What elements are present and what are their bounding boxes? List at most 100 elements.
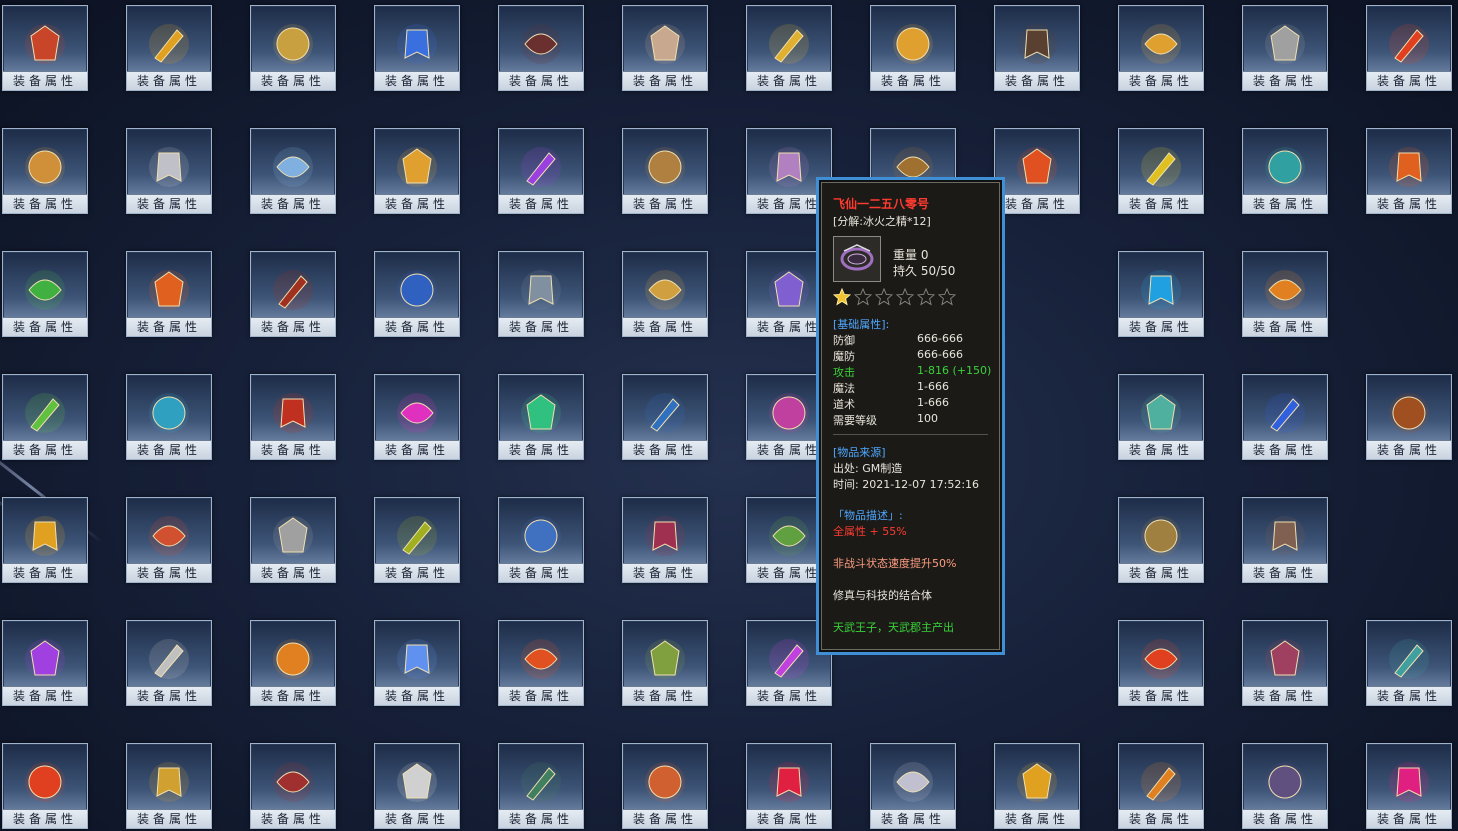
slot-label: 装备属性 <box>623 194 707 213</box>
item-slot[interactable]: 装备属性 <box>250 620 336 706</box>
item-slot[interactable]: 装备属性 <box>622 128 708 214</box>
item-slot[interactable]: 装备属性 <box>1242 5 1328 91</box>
item-slot[interactable]: 装备属性 <box>2 5 88 91</box>
stat-value: 1-816 (+150) <box>917 364 992 377</box>
item-slot[interactable]: 装备属性 <box>374 5 460 91</box>
item-slot[interactable]: 装备属性 <box>1242 620 1328 706</box>
item-slot[interactable]: 装备属性 <box>2 251 88 337</box>
magic-circle-icon <box>769 639 809 679</box>
slot-label: 装备属性 <box>499 317 583 336</box>
item-slot[interactable]: 装备属性 <box>250 128 336 214</box>
item-slot[interactable]: 装备属性 <box>498 374 584 460</box>
item-slot[interactable]: 装备属性 <box>126 128 212 214</box>
stat-value: 1-666 <box>917 380 949 393</box>
item-slot[interactable]: 装备属性 <box>126 5 212 91</box>
item-slot[interactable]: 装备属性 <box>126 251 212 337</box>
item-slot[interactable]: 装备属性 <box>126 497 212 583</box>
item-slot[interactable]: 装备属性 <box>622 5 708 91</box>
item-slot[interactable]: 装备属性 <box>1242 374 1328 460</box>
item-slot[interactable]: 装备属性 <box>2 620 88 706</box>
fire-sword-icon <box>1389 24 1429 64</box>
star-empty-icon <box>938 288 956 306</box>
item-slot[interactable]: 装备属性 <box>1242 251 1328 337</box>
rune-stone-icon <box>645 147 685 187</box>
item-slot[interactable]: 装备属性 <box>870 743 956 829</box>
slot-label: 装备属性 <box>251 563 335 582</box>
item-slot[interactable]: 装备属性 <box>374 620 460 706</box>
slot-label: 装备属性 <box>3 686 87 705</box>
slot-label: 装备属性 <box>127 440 211 459</box>
item-slot[interactable]: 装备属性 <box>994 128 1080 214</box>
item-slot[interactable]: 装备属性 <box>1118 497 1204 583</box>
item-slot[interactable]: 装备属性 <box>1366 5 1452 91</box>
item-slot[interactable]: 装备属性 <box>374 743 460 829</box>
item-slot[interactable]: 装备属性 <box>746 743 832 829</box>
item-slot[interactable]: 装备属性 <box>1242 128 1328 214</box>
red-boots-icon <box>273 270 313 310</box>
item-slot[interactable]: 装备属性 <box>250 251 336 337</box>
slot-label: 装备属性 <box>871 809 955 828</box>
slot-label: 装备属性 <box>623 71 707 90</box>
skull-icon <box>397 762 437 802</box>
item-slot[interactable]: 装备属性 <box>1118 251 1204 337</box>
item-slot[interactable]: 装备属性 <box>374 251 460 337</box>
item-slot[interactable]: 装备属性 <box>1366 743 1452 829</box>
stat-name: 魔防 <box>833 350 855 363</box>
item-slot[interactable]: 装备属性 <box>2 128 88 214</box>
item-slot[interactable]: 装备属性 <box>2 497 88 583</box>
dark-blade-icon <box>1265 516 1305 556</box>
item-slot[interactable]: 装备属性 <box>994 743 1080 829</box>
item-slot[interactable]: 装备属性 <box>374 374 460 460</box>
item-slot[interactable]: 装备属性 <box>374 128 460 214</box>
item-slot[interactable]: 装备属性 <box>1118 128 1204 214</box>
item-slot[interactable]: 装备属性 <box>1242 497 1328 583</box>
item-slot[interactable]: 装备属性 <box>498 620 584 706</box>
demon-portrait-icon <box>25 24 65 64</box>
item-slot[interactable]: 装备属性 <box>498 5 584 91</box>
description-title: 「物品描述」: <box>833 509 903 522</box>
purple-spear-icon <box>25 639 65 679</box>
item-slot[interactable]: 装备属性 <box>622 251 708 337</box>
item-slot[interactable]: 装备属性 <box>1366 620 1452 706</box>
slot-label: 装备属性 <box>251 71 335 90</box>
item-slot[interactable]: 装备属性 <box>1118 374 1204 460</box>
item-slot[interactable]: 装备属性 <box>250 743 336 829</box>
item-slot[interactable]: 装备属性 <box>250 374 336 460</box>
slot-label: 装备属性 <box>251 809 335 828</box>
item-slot[interactable]: 装备属性 <box>1118 743 1204 829</box>
item-slot[interactable]: 装备属性 <box>2 743 88 829</box>
slot-label: 装备属性 <box>127 686 211 705</box>
item-slot[interactable]: 装备属性 <box>250 5 336 91</box>
item-slot[interactable]: 装备属性 <box>746 5 832 91</box>
fire-mask-icon <box>273 393 313 433</box>
item-slot[interactable]: 装备属性 <box>374 497 460 583</box>
item-slot[interactable]: 装备属性 <box>498 251 584 337</box>
item-slot[interactable]: 装备属性 <box>1242 743 1328 829</box>
item-slot[interactable]: 装备属性 <box>622 743 708 829</box>
item-slot[interactable]: 装备属性 <box>622 620 708 706</box>
item-slot[interactable]: 装备属性 <box>1366 374 1452 460</box>
slot-label: 装备属性 <box>1243 440 1327 459</box>
blue-mask-icon <box>521 516 561 556</box>
item-slot[interactable]: 装备属性 <box>1118 620 1204 706</box>
item-slot[interactable]: 装备属性 <box>250 497 336 583</box>
slot-label: 装备属性 <box>1119 440 1203 459</box>
item-slot[interactable]: 装备属性 <box>622 374 708 460</box>
item-slot[interactable]: 装备属性 <box>498 743 584 829</box>
item-slot[interactable]: 装备属性 <box>126 620 212 706</box>
item-slot[interactable]: 装备属性 <box>870 5 956 91</box>
item-slot[interactable]: 装备属性 <box>2 374 88 460</box>
item-slot[interactable]: 装备属性 <box>1366 128 1452 214</box>
cyan-scroll-icon <box>1141 270 1181 310</box>
item-slot[interactable]: 装备属性 <box>126 374 212 460</box>
item-slot[interactable]: 装备属性 <box>498 497 584 583</box>
item-slot[interactable]: 装备属性 <box>1118 5 1204 91</box>
golden-chain-icon <box>1141 24 1181 64</box>
slot-label: 装备属性 <box>1119 686 1203 705</box>
slot-label: 装备属性 <box>3 563 87 582</box>
gourd-icon <box>25 270 65 310</box>
item-slot[interactable]: 装备属性 <box>126 743 212 829</box>
item-slot[interactable]: 装备属性 <box>994 5 1080 91</box>
item-slot[interactable]: 装备属性 <box>622 497 708 583</box>
item-slot[interactable]: 装备属性 <box>498 128 584 214</box>
